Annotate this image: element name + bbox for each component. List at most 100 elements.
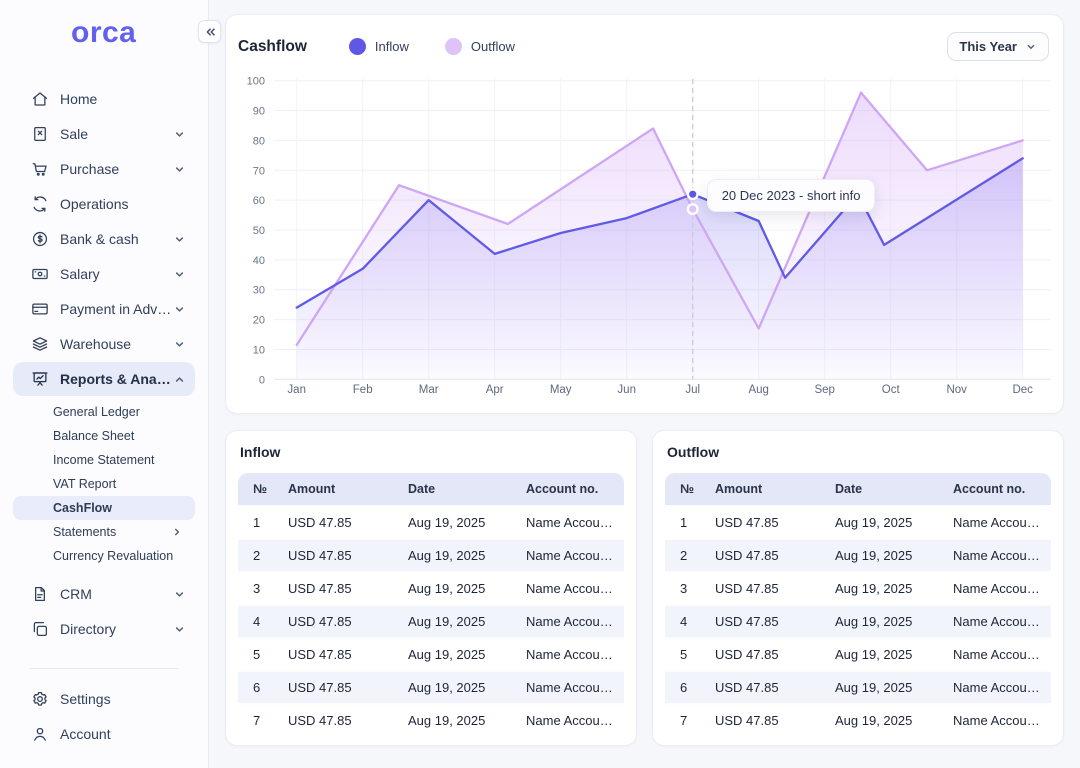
sidebar-subitem-vat-report[interactable]: VAT Report <box>13 472 195 496</box>
sidebar-item-label: Reports & Analytics <box>60 371 173 387</box>
chevron-down-icon <box>173 588 186 601</box>
sidebar-item-label: Bank & cash <box>60 231 173 247</box>
y-tick-label: 0 <box>259 374 265 386</box>
reports-icon <box>31 370 49 388</box>
table-cell: 5 <box>665 637 707 670</box>
sidebar-subitem-balance-sheet[interactable]: Balance Sheet <box>13 424 195 448</box>
legend-item-outflow: Outflow <box>445 38 515 55</box>
warehouse-icon <box>31 335 49 353</box>
cashflow-chart[interactable]: 0102030405060708090100JanFebMarAprMayJun… <box>238 65 1053 398</box>
sidebar-subitem-income-statement[interactable]: Income Statement <box>13 448 195 472</box>
range-selector-label: This Year <box>959 39 1017 54</box>
table-cell: 1 <box>665 505 707 538</box>
chevron-down-icon <box>173 623 186 636</box>
sidebar-subitem-cashflow[interactable]: CashFlow <box>13 496 195 520</box>
chevron-down-icon <box>1025 41 1037 53</box>
y-tick-label: 80 <box>253 135 265 147</box>
table-row[interactable]: 1USD 47.85Aug 19, 2025Name Accoun... <box>238 505 624 538</box>
table-cell: USD 47.85 <box>707 571 827 604</box>
table-cell: USD 47.85 <box>707 604 827 637</box>
sidebar-item-home[interactable]: Home <box>13 82 195 116</box>
table-row[interactable]: 3USD 47.85Aug 19, 2025Name Accoun... <box>665 571 1051 604</box>
sidebar-subitem-label: General Ledger <box>53 405 140 419</box>
y-tick-label: 70 <box>253 165 265 177</box>
table-cell: Aug 19, 2025 <box>400 637 518 670</box>
table-row[interactable]: 2USD 47.85Aug 19, 2025Name Accoun... <box>665 538 1051 571</box>
sidebar-spacer <box>0 647 208 668</box>
column-header-account-no: Account no. <box>945 473 1051 505</box>
table-row[interactable]: 7USD 47.85Aug 19, 2025Name Accoun... <box>238 703 624 736</box>
x-tick-label: Sep <box>814 384 834 396</box>
sidebar-item-label: Home <box>60 91 186 107</box>
sidebar-item-label: Salary <box>60 266 173 282</box>
chevron-up-icon <box>173 373 186 386</box>
table-row[interactable]: 3USD 47.85Aug 19, 2025Name Accoun... <box>238 571 624 604</box>
legend-item-inflow: Inflow <box>349 38 409 55</box>
table-cell: 6 <box>665 670 707 703</box>
sidebar-subitem-statements[interactable]: Statements <box>13 520 195 544</box>
sidebar-item-warehouse[interactable]: Warehouse <box>13 327 195 361</box>
table-cell: Aug 19, 2025 <box>827 703 945 736</box>
sidebar-collapse-button[interactable] <box>198 20 221 43</box>
y-tick-label: 20 <box>253 315 265 327</box>
sidebar-item-purchase[interactable]: Purchase <box>13 152 195 186</box>
table-cell: USD 47.85 <box>280 670 400 703</box>
table-cell: USD 47.85 <box>707 670 827 703</box>
x-tick-label: Dec <box>1012 384 1033 396</box>
sidebar-item-label: Purchase <box>60 161 173 177</box>
table-row[interactable]: 2USD 47.85Aug 19, 2025Name Accoun... <box>238 538 624 571</box>
table-row[interactable]: 4USD 47.85Aug 19, 2025Name Accoun... <box>665 604 1051 637</box>
x-tick-label: Oct <box>882 384 901 396</box>
table-row[interactable]: 6USD 47.85Aug 19, 2025Name Accoun... <box>665 670 1051 703</box>
table-cell: Name Accoun... <box>518 538 624 571</box>
sidebar-subitem-label: VAT Report <box>53 477 116 491</box>
x-tick-label: Mar <box>419 384 439 396</box>
table-cell: Aug 19, 2025 <box>827 505 945 538</box>
x-tick-label: Nov <box>946 384 967 396</box>
outflow-table-card: Outflow №AmountDateAccount no.1USD 47.85… <box>652 430 1064 746</box>
table-cell: USD 47.85 <box>280 637 400 670</box>
table-cell: 3 <box>238 571 280 604</box>
table-cell: Aug 19, 2025 <box>827 538 945 571</box>
directory-icon <box>31 620 49 638</box>
y-tick-label: 90 <box>253 106 265 118</box>
range-selector[interactable]: This Year <box>947 32 1049 61</box>
inflow-table-title: Inflow <box>240 444 624 460</box>
table-cell: 1 <box>238 505 280 538</box>
sidebar-item-payment-in-advance[interactable]: Payment in Advance <box>13 292 195 326</box>
bank-cash-icon <box>31 230 49 248</box>
chevron-down-icon <box>173 268 186 281</box>
sidebar-item-salary[interactable]: Salary <box>13 257 195 291</box>
sidebar-item-operations[interactable]: Operations <box>13 187 195 221</box>
chart-tooltip: 20 Dec 2023 - short info <box>707 179 876 212</box>
table-row[interactable]: 5USD 47.85Aug 19, 2025Name Accoun... <box>238 637 624 670</box>
sidebar-item-reports-analytics[interactable]: Reports & Analytics <box>13 362 195 396</box>
sidebar-item-directory[interactable]: Directory <box>13 612 195 646</box>
sidebar-item-sale[interactable]: Sale <box>13 117 195 151</box>
sidebar-subitem-currency-revaluation[interactable]: Currency Revaluation <box>13 544 195 568</box>
table-row[interactable]: 4USD 47.85Aug 19, 2025Name Accoun... <box>238 604 624 637</box>
chart-title: Cashflow <box>238 38 307 56</box>
table-row[interactable]: 5USD 47.85Aug 19, 2025Name Accoun... <box>665 637 1051 670</box>
sidebar-item-crm[interactable]: CRM <box>13 577 195 611</box>
sidebar-item-settings[interactable]: Settings <box>13 682 195 716</box>
chevron-down-icon <box>173 128 186 141</box>
table-row[interactable]: 7USD 47.85Aug 19, 2025Name Accoun... <box>665 703 1051 736</box>
sidebar-item-bank-cash[interactable]: Bank & cash <box>13 222 195 256</box>
table-cell: Name Accoun... <box>945 571 1051 604</box>
sidebar-subitem-general-ledger[interactable]: General Ledger <box>13 400 195 424</box>
y-tick-label: 30 <box>253 285 265 297</box>
table-cell: Name Accoun... <box>518 670 624 703</box>
table-row[interactable]: 1USD 47.85Aug 19, 2025Name Accoun... <box>665 505 1051 538</box>
sidebar-item-label: CRM <box>60 586 173 602</box>
sidebar-item-label: Account <box>60 726 186 742</box>
table-cell: Name Accoun... <box>518 571 624 604</box>
chevron-down-icon <box>173 233 186 246</box>
account-icon <box>31 725 49 743</box>
sidebar-item-account[interactable]: Account <box>13 717 195 751</box>
column-header-: № <box>238 473 280 505</box>
table-cell: Aug 19, 2025 <box>827 571 945 604</box>
table-row[interactable]: 6USD 47.85Aug 19, 2025Name Accoun... <box>238 670 624 703</box>
x-tick-label: Jun <box>617 384 636 396</box>
crm-icon <box>31 585 49 603</box>
